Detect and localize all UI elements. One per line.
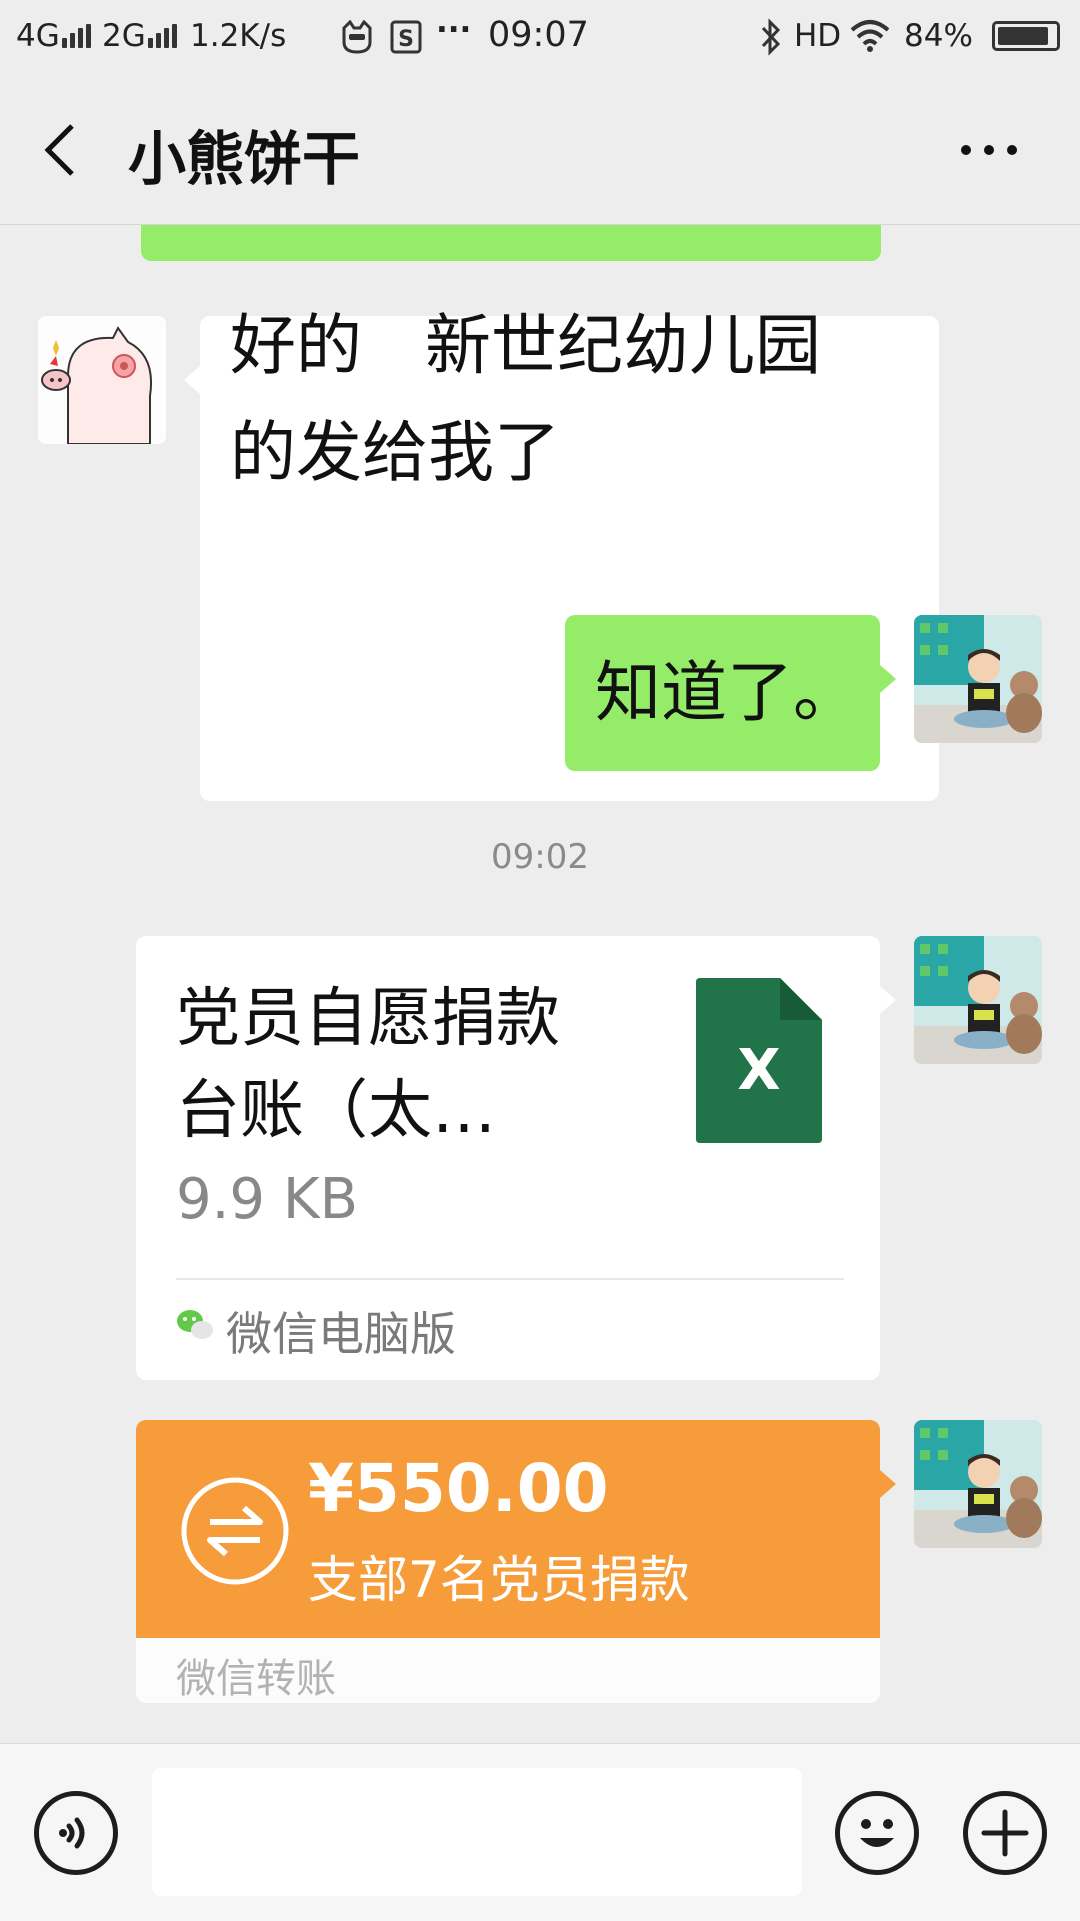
file-source-label: 微信电脑版: [226, 1307, 456, 1361]
message-text: 知道了。: [595, 654, 859, 731]
message-input-bar: [0, 1743, 1080, 1921]
signal-strength-icon: [148, 24, 178, 48]
child-photo-avatar-icon: [914, 936, 1042, 1064]
battery-percent: 84%: [904, 18, 973, 54]
outgoing-message-bubble[interactable]: 知道了。: [565, 615, 896, 771]
file-name-line2: 台账（太…: [176, 1074, 496, 1148]
network-speed-label: 1.2K/s: [190, 18, 287, 54]
more-dots-icon[interactable]: [958, 140, 1020, 160]
chat-header: 小熊饼干: [0, 76, 1080, 225]
my-avatar[interactable]: [914, 615, 1042, 743]
my-avatar[interactable]: [914, 936, 1042, 1064]
file-size: 9.9 KB: [176, 1167, 358, 1232]
file-message-card[interactable]: 党员自愿捐款 台账（太… 9.9 KB X 微信电脑版: [136, 936, 896, 1380]
voice-wave-icon: [59, 1817, 85, 1849]
outgoing-message-bubble[interactable]: 要。: [141, 225, 881, 261]
excel-file-icon: X: [696, 978, 822, 1143]
voice-input-button[interactable]: [34, 1791, 118, 1875]
message-text-line1: 好的 新世纪幼儿园: [230, 307, 821, 384]
bluetooth-icon: [761, 18, 781, 56]
emoji-button[interactable]: [835, 1791, 919, 1875]
plus-icon: [981, 1809, 1029, 1857]
transfer-amount: ¥550.00: [308, 1450, 609, 1527]
transfer-card-footer: 微信转账: [136, 1638, 880, 1703]
chevron-left-icon[interactable]: [40, 120, 80, 180]
smiley-icon: [860, 1819, 894, 1847]
excel-icon-letter: X: [737, 1038, 781, 1103]
battery-icon: [992, 21, 1060, 51]
child-photo-avatar-icon: [914, 615, 1042, 743]
wifi-icon: [850, 20, 890, 52]
transfer-message-card[interactable]: ¥550.00 支部7名党员捐款 微信转账: [136, 1420, 896, 1706]
message-text-line2: 的发给我了: [230, 414, 560, 491]
more-notifications-label: ···: [436, 12, 472, 48]
signal-strength-icon: [62, 24, 92, 48]
divider: [176, 1278, 844, 1280]
svg-text:S: S: [398, 27, 414, 52]
message-text-input[interactable]: [152, 1768, 802, 1896]
network-4g-label: 4G: [16, 18, 60, 54]
pig-avatar-icon: [38, 316, 166, 444]
chat-title: 小熊饼干: [128, 125, 361, 193]
wechat-logo-icon: [177, 1310, 213, 1339]
transfer-arrows-icon: [181, 1477, 289, 1585]
chat-messages[interactable]: 要。 好的 新世纪幼儿园 的发给我了 知道了。: [0, 225, 1080, 1743]
status-bar: 4G 2G 1.2K/s S ··· 09:07 HD 84%: [0, 0, 1080, 76]
file-name-line1: 党员自愿捐款: [176, 982, 560, 1056]
transfer-footer-label: 微信转账: [176, 1656, 336, 1702]
more-actions-button[interactable]: [963, 1791, 1047, 1875]
transfer-card-body: ¥550.00 支部7名党员捐款: [136, 1420, 896, 1638]
contact-avatar[interactable]: [38, 316, 166, 444]
hd-label: HD: [794, 18, 842, 54]
transfer-note: 支部7名党员捐款: [308, 1551, 690, 1609]
my-avatar[interactable]: [914, 1420, 1042, 1548]
network-2g-label: 2G: [102, 18, 146, 54]
cat-notification-icon: [342, 20, 372, 54]
message-timestamp: 09:02: [491, 837, 589, 877]
clock: 09:07: [488, 15, 589, 55]
app-s-notification-icon: S: [390, 20, 422, 54]
child-photo-avatar-icon: [914, 1420, 1042, 1548]
